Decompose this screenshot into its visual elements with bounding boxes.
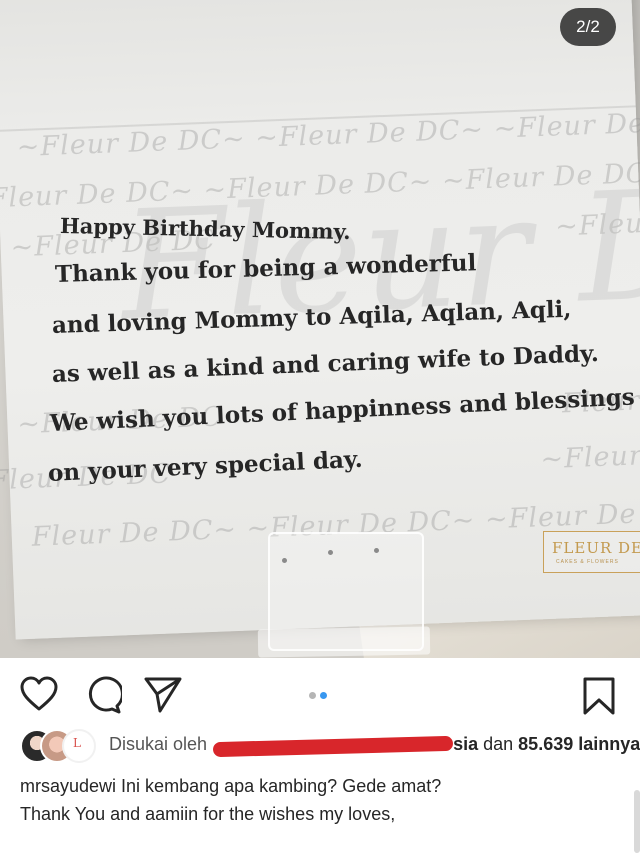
- watermark-row: ~Fleur De DC~ ~Fleur De DC~ ~Fleur De DC…: [16, 106, 640, 164]
- liked-by-label: Disukai oleh: [109, 734, 208, 754]
- scrollbar[interactable]: [634, 790, 640, 853]
- likes-count[interactable]: 85.639: [518, 734, 573, 754]
- carousel-counter: 2/2: [560, 8, 616, 46]
- redacted-username: [213, 734, 453, 756]
- paper-plane-icon[interactable]: [143, 676, 183, 714]
- post-caption: mrsayudewi Ini kembang apa kambing? Gede…: [20, 772, 441, 828]
- likes-connector: dan: [483, 734, 514, 754]
- heart-icon[interactable]: [20, 676, 58, 712]
- brand-name: FLEUR DE: [552, 539, 640, 557]
- stand-gem: [374, 548, 379, 553]
- carousel-dot-active: [320, 692, 327, 699]
- bookmark-icon[interactable]: [582, 676, 616, 716]
- comment-icon[interactable]: [84, 676, 124, 714]
- caption-line-2: Thank You and aamiin for the wishes my l…: [20, 804, 396, 824]
- stand-gem: [282, 558, 287, 563]
- liker-avatars[interactable]: L: [20, 729, 100, 763]
- likes-summary[interactable]: Disukai oleh sia dan 85.639 lainnya: [109, 734, 640, 756]
- carousel-dots: [309, 686, 331, 704]
- post-photo[interactable]: ~Fleur De DC~ ~Fleur De DC~ ~Fleur De DC…: [0, 0, 640, 658]
- avatar-logo: L: [73, 736, 81, 750]
- carousel-dot: [309, 692, 316, 699]
- likes-suffix[interactable]: lainnya: [578, 734, 640, 754]
- avatar[interactable]: L: [62, 729, 96, 763]
- caption-line-1: Ini kembang apa kambing? Gede amat?: [121, 776, 442, 796]
- brand-sub: CAKES & FLOWERS: [556, 559, 619, 565]
- stand-gem: [328, 550, 333, 555]
- caption-username[interactable]: mrsayudewi: [20, 776, 116, 796]
- liker-name-partial[interactable]: sia: [453, 734, 478, 754]
- brand-label: FLEUR DE CAKES & FLOWERS: [543, 531, 640, 573]
- stand-base: [257, 626, 431, 658]
